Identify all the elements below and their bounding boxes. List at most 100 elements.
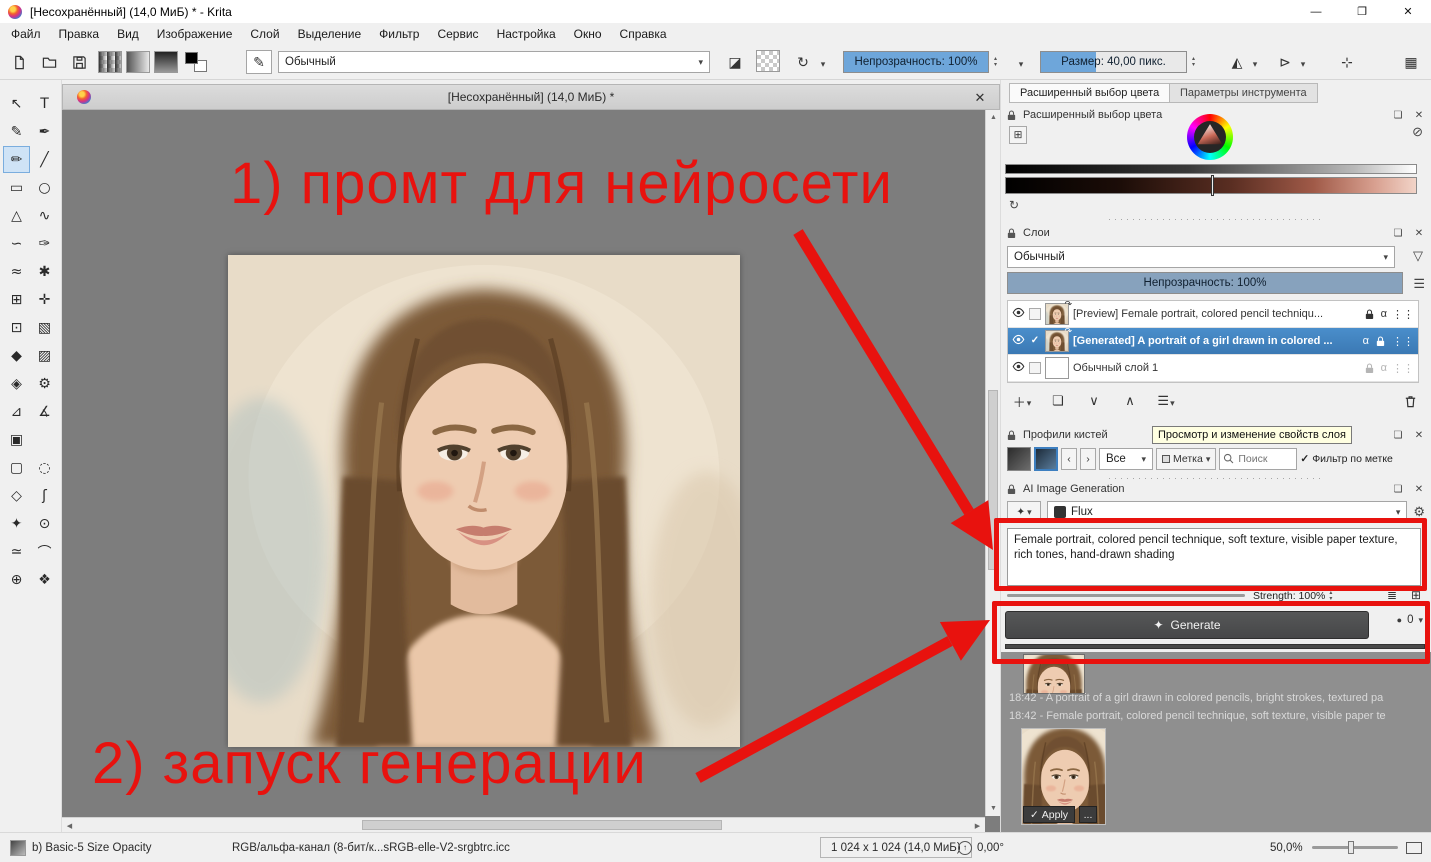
duplicate-layer-button[interactable]: ❏	[1043, 389, 1073, 413]
canvas[interactable]	[62, 110, 1000, 832]
gradient-swatch-2[interactable]	[126, 51, 150, 73]
preserve-alpha-button[interactable]	[756, 50, 780, 72]
menu-view[interactable]: Вид	[108, 25, 148, 43]
tool-edit-shapes[interactable]: ✎	[3, 118, 30, 145]
scroll-up-arrow[interactable]: ▲	[986, 110, 1001, 125]
minimize-button[interactable]: —	[1293, 0, 1339, 23]
tab-advanced-color-selector[interactable]: Расширенный выбор цвета	[1009, 83, 1170, 103]
close-docker-icon[interactable]: ✕	[1411, 110, 1427, 121]
add-layer-button[interactable]: ＋	[1007, 389, 1037, 413]
menu-image[interactable]: Изображение	[148, 25, 242, 43]
docker-drag-handle[interactable]: ····································	[1001, 215, 1431, 223]
layer-checkbox[interactable]	[1029, 308, 1041, 320]
close-docker-icon[interactable]: ✕	[1411, 430, 1427, 441]
brush-editor-button[interactable]: ✎	[246, 50, 272, 74]
tool-assistants[interactable]: ⊿	[3, 398, 30, 425]
move-layer-up-button[interactable]: ∧	[1115, 389, 1145, 413]
tool-crop[interactable]: ⊡	[3, 314, 30, 341]
tab-tool-options[interactable]: Параметры инструмента	[1169, 83, 1318, 103]
trim-canvas-button[interactable]: ⊹	[1334, 50, 1360, 74]
tool-fill[interactable]: ◈	[3, 370, 30, 397]
mirror-horizontal-dropdown[interactable]	[1248, 50, 1262, 74]
alpha-lock-icon[interactable]: α	[1381, 308, 1387, 320]
scroll-left-arrow[interactable]: ◀	[62, 818, 77, 833]
color-triangle[interactable]	[1196, 123, 1224, 151]
menu-filter[interactable]: Фильтр	[370, 25, 428, 43]
tool-select-shapes[interactable]: ↖	[3, 90, 30, 117]
alpha-lock-icon[interactable]: α	[1381, 362, 1387, 374]
tool-enclose-fill[interactable]: ⚙	[31, 370, 58, 397]
tool-reference-images[interactable]: ▣	[3, 426, 30, 453]
layers-menu-icon[interactable]: ☰	[1413, 276, 1425, 292]
tool-ellipse[interactable]: ○	[31, 174, 58, 201]
color-wheel[interactable]	[1187, 114, 1233, 160]
layer-properties-button[interactable]: ☰	[1151, 389, 1181, 413]
tag-filter-combo[interactable]: Все	[1099, 448, 1153, 470]
generate-button[interactable]: ✦ Generate	[1005, 611, 1369, 639]
close-docker-icon[interactable]: ✕	[1411, 484, 1427, 495]
eraser-mode-button[interactable]: ◪	[722, 50, 748, 74]
tool-transform[interactable]: ⊞	[3, 286, 30, 313]
layer-visibility-icon[interactable]	[1012, 360, 1025, 376]
opacity-dropdown[interactable]	[1014, 50, 1028, 74]
ai-prompt-input[interactable]: Female portrait, colored pencil techniqu…	[1007, 528, 1421, 586]
float-docker-icon[interactable]: ❏	[1390, 484, 1406, 495]
tool-pan[interactable]: ❖	[31, 566, 58, 593]
tool-polyline[interactable]: ∿	[31, 202, 58, 229]
brush-size-slider[interactable]: Размер: 40,00 пикс.	[1040, 51, 1187, 73]
reload-preset-dropdown[interactable]	[816, 50, 830, 74]
brush-preset-icon[interactable]	[1007, 447, 1031, 471]
layer-visibility-icon[interactable]	[1012, 333, 1025, 349]
reset-color-icon[interactable]: ↻	[1009, 198, 1019, 212]
document-close-button[interactable]: ✕	[971, 89, 989, 107]
pattern-swatch[interactable]	[154, 51, 178, 73]
delete-layer-button[interactable]	[1395, 389, 1425, 413]
layer-checkbox[interactable]: ✓	[1029, 335, 1041, 347]
document-tab[interactable]: [Несохранённый] (14,0 МиБ) * ✕	[62, 84, 1000, 110]
tool-text[interactable]: T	[31, 90, 58, 117]
layer-checkbox[interactable]	[1029, 362, 1041, 374]
tool-rectangle[interactable]: ▭	[3, 174, 30, 201]
layer-row-preview[interactable]: ↷ [Preview] Female portrait, colored pen…	[1008, 301, 1418, 328]
latest-result-thumbnail[interactable]	[1023, 654, 1085, 694]
maximize-button[interactable]: ❐	[1339, 0, 1385, 23]
alpha-lock-icon[interactable]: α	[1363, 335, 1369, 347]
tool-bezier-curve[interactable]: ∽	[3, 230, 30, 257]
layer-drag-dots-icon[interactable]: ⋮⋮	[1392, 308, 1414, 321]
float-docker-icon[interactable]: ❏	[1390, 228, 1406, 239]
tool-ellipse-select[interactable]: ◌	[31, 454, 58, 481]
tool-measure[interactable]: ∡	[31, 398, 58, 425]
canvas-horizontal-scrollbar[interactable]: ◀ ▶	[62, 817, 985, 832]
filter-by-tag-checkbox[interactable]: ✓ Фильтр по метке	[1300, 453, 1393, 465]
gradient-swatch[interactable]	[98, 51, 122, 73]
zoom-slider[interactable]	[1312, 833, 1398, 862]
color-selector-settings-button[interactable]: ⊞	[1009, 126, 1027, 144]
rotation-compass-icon[interactable]: ↑	[958, 841, 972, 855]
lock-icon[interactable]	[1363, 362, 1376, 375]
tool-gradient[interactable]: ▧	[31, 314, 58, 341]
add-layers-icon[interactable]: ≣	[1387, 588, 1397, 602]
ai-model-combo[interactable]: Flux	[1047, 501, 1407, 523]
tool-zoom[interactable]: ⊕	[3, 566, 30, 593]
move-layer-down-button[interactable]: ∨	[1079, 389, 1109, 413]
menu-tools[interactable]: Сервис	[428, 25, 487, 43]
strength-spinner[interactable]	[1325, 589, 1336, 603]
strength-slider[interactable]	[1007, 594, 1245, 597]
previous-preset-button[interactable]: ‹	[1061, 448, 1077, 470]
tag-button[interactable]: Метка	[1156, 448, 1216, 470]
tool-similar-select[interactable]: ⊙	[31, 510, 58, 537]
layer-blending-mode-combo[interactable]: Обычный	[1007, 246, 1395, 268]
zoom-slider-thumb[interactable]	[1348, 841, 1354, 854]
mirror-horizontal-button[interactable]: ◭	[1224, 50, 1250, 74]
blending-mode-combo[interactable]: Обычный	[278, 51, 710, 73]
menu-layer[interactable]: Слой	[241, 25, 288, 43]
vertical-scroll-thumb[interactable]	[988, 390, 998, 570]
canvas-only-mode-icon[interactable]	[1406, 833, 1422, 862]
hue-gradient-bar[interactable]	[1005, 177, 1417, 194]
tool-freehand-select[interactable]: ʃ	[31, 482, 58, 509]
lock-icon[interactable]	[1363, 308, 1376, 321]
layer-drag-dots-icon[interactable]: ⋮⋮	[1392, 362, 1414, 375]
current-brush-icon[interactable]	[10, 840, 26, 856]
scroll-down-arrow[interactable]: ▼	[986, 801, 1001, 816]
tool-polygon-select[interactable]: ◇	[3, 482, 30, 509]
